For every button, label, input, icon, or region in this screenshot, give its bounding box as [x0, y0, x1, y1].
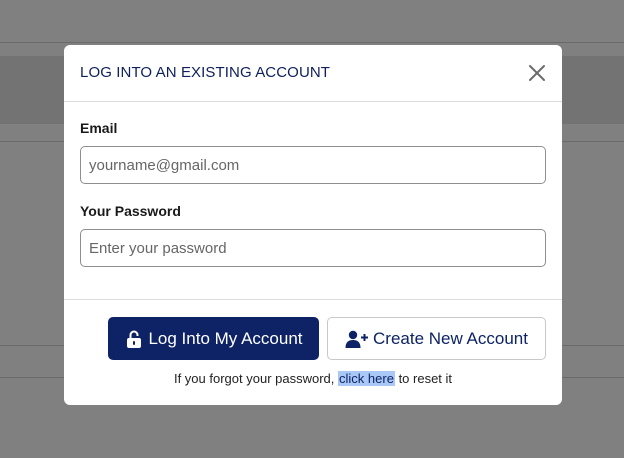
create-account-label: Create New Account [373, 328, 528, 348]
login-button-label: Log Into My Account [148, 328, 303, 348]
login-button[interactable]: Log Into My Account [108, 317, 319, 360]
email-field[interactable] [80, 146, 546, 184]
forgot-password-text: If you forgot your password, click here … [64, 371, 562, 386]
password-label: Your Password [80, 203, 181, 219]
close-icon [529, 65, 545, 81]
password-field[interactable] [80, 229, 546, 267]
unlock-icon [124, 329, 144, 349]
user-plus-icon [345, 329, 369, 349]
create-account-button[interactable]: Create New Account [327, 317, 546, 360]
backdrop-divider [0, 42, 624, 43]
email-label: Email [80, 120, 118, 136]
login-modal: LOG INTO AN EXISTING ACCOUNT Email Your … [64, 45, 562, 405]
forgot-prefix: If you forgot your password, [173, 371, 335, 386]
footer-divider [64, 299, 562, 300]
forgot-suffix: to reset it [398, 371, 453, 386]
close-button[interactable] [526, 62, 548, 84]
modal-header: LOG INTO AN EXISTING ACCOUNT [64, 45, 562, 102]
modal-title: LOG INTO AN EXISTING ACCOUNT [80, 64, 331, 81]
reset-password-link[interactable]: click here [338, 371, 395, 386]
